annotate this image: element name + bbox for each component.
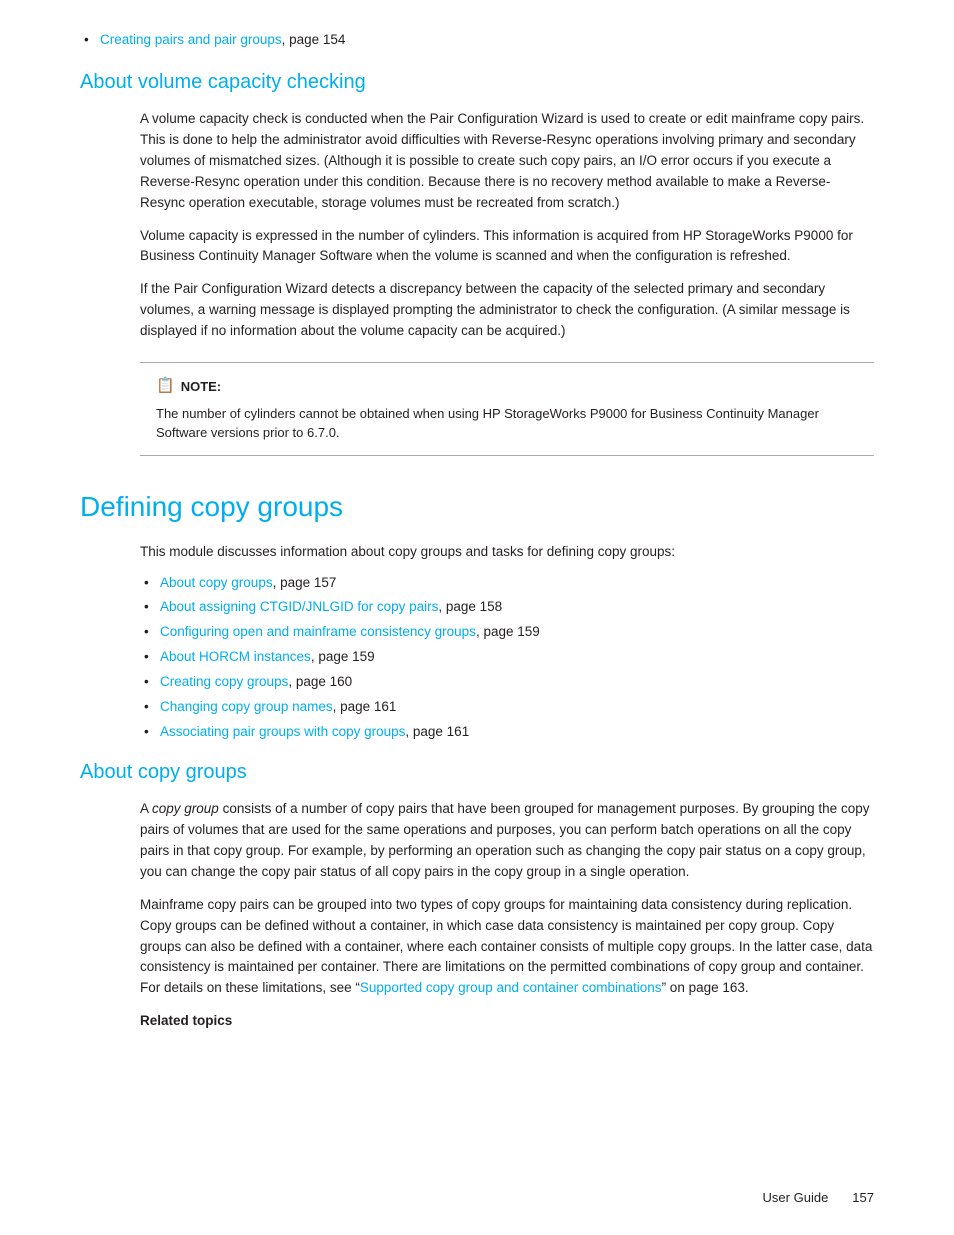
- about-copy-groups-para1: A copy group consists of a number of cop…: [140, 799, 874, 883]
- chapter-bullet-6-page: , page 161: [333, 699, 397, 714]
- chapter-bullet-4: About HORCM instances, page 159: [140, 647, 874, 668]
- chapter-bullet-list: About copy groups, page 157 About assign…: [140, 573, 874, 743]
- creating-copy-groups-link[interactable]: Creating copy groups: [160, 674, 288, 689]
- chapter-bullet-5: Creating copy groups, page 160: [140, 672, 874, 693]
- section-volume-capacity-para1: A volume capacity check is conducted whe…: [140, 109, 874, 214]
- note-text: The number of cylinders cannot be obtain…: [156, 404, 858, 443]
- chapter-bullet-1: About copy groups, page 157: [140, 573, 874, 594]
- chapter-bullet-2-page: , page 158: [438, 599, 502, 614]
- changing-copy-group-names-link[interactable]: Changing copy group names: [160, 699, 333, 714]
- top-bullet-list-item: Creating pairs and pair groups, page 154: [80, 30, 874, 51]
- supported-copy-group-combinations-link[interactable]: Supported copy group and container combi…: [360, 980, 662, 995]
- section-about-copy-groups-body: A copy group consists of a number of cop…: [140, 799, 874, 1032]
- about-copy-groups-link[interactable]: About copy groups: [160, 575, 273, 590]
- associating-pair-groups-link[interactable]: Associating pair groups with copy groups: [160, 724, 405, 739]
- page-footer: User Guide 157: [763, 1188, 874, 1208]
- chapter-intro-text: This module discusses information about …: [140, 542, 874, 563]
- section-volume-capacity-para2: Volume capacity is expressed in the numb…: [140, 226, 874, 268]
- configuring-consistency-groups-link[interactable]: Configuring open and mainframe consisten…: [160, 624, 476, 639]
- note-label-text: NOTE:: [181, 377, 221, 397]
- note-icon: 📋: [156, 375, 175, 398]
- note-label: 📋 NOTE:: [156, 375, 858, 398]
- top-bullet-item: Creating pairs and pair groups, page 154: [80, 30, 874, 51]
- chapter-defining-copy-groups: Defining copy groups This module discuss…: [80, 486, 874, 743]
- section-volume-capacity-body: A volume capacity check is conducted whe…: [140, 109, 874, 456]
- chapter-bullet-6: Changing copy group names, page 161: [140, 697, 874, 718]
- about-assigning-ctgid-link[interactable]: About assigning CTGID/JNLGID for copy pa…: [160, 599, 438, 614]
- chapter-bullet-3-page: , page 159: [476, 624, 540, 639]
- chapter-heading: Defining copy groups: [80, 486, 874, 528]
- chapter-bullet-3: Configuring open and mainframe consisten…: [140, 622, 874, 643]
- about-horcm-link[interactable]: About HORCM instances: [160, 649, 311, 664]
- chapter-bullet-2: About assigning CTGID/JNLGID for copy pa…: [140, 597, 874, 618]
- about-copy-groups-para2: Mainframe copy pairs can be grouped into…: [140, 895, 874, 1000]
- footer-page-number: 157: [852, 1188, 874, 1208]
- footer-label: User Guide: [763, 1188, 829, 1208]
- section-about-copy-groups: About copy groups A copy group consists …: [80, 757, 874, 1032]
- section-heading-about-copy-groups: About copy groups: [80, 757, 874, 787]
- section-volume-capacity-para3: If the Pair Configuration Wizard detects…: [140, 279, 874, 342]
- section-heading-volume-capacity: About volume capacity checking: [80, 67, 874, 97]
- note-box: 📋 NOTE: The number of cylinders cannot b…: [140, 362, 874, 456]
- top-bullet-page-ref: , page 154: [282, 32, 346, 47]
- chapter-bullet-7-page: , page 161: [405, 724, 469, 739]
- section-volume-capacity: About volume capacity checking A volume …: [80, 67, 874, 456]
- related-topics-label: Related topics: [140, 1011, 874, 1031]
- chapter-bullet-5-page: , page 160: [288, 674, 352, 689]
- chapter-bullet-1-page: , page 157: [273, 575, 337, 590]
- creating-pairs-link[interactable]: Creating pairs and pair groups: [100, 32, 282, 47]
- page-container: Creating pairs and pair groups, page 154…: [0, 0, 954, 1235]
- chapter-bullet-7: Associating pair groups with copy groups…: [140, 722, 874, 743]
- copy-group-italic: copy group: [152, 801, 219, 816]
- chapter-bullet-4-page: , page 159: [311, 649, 375, 664]
